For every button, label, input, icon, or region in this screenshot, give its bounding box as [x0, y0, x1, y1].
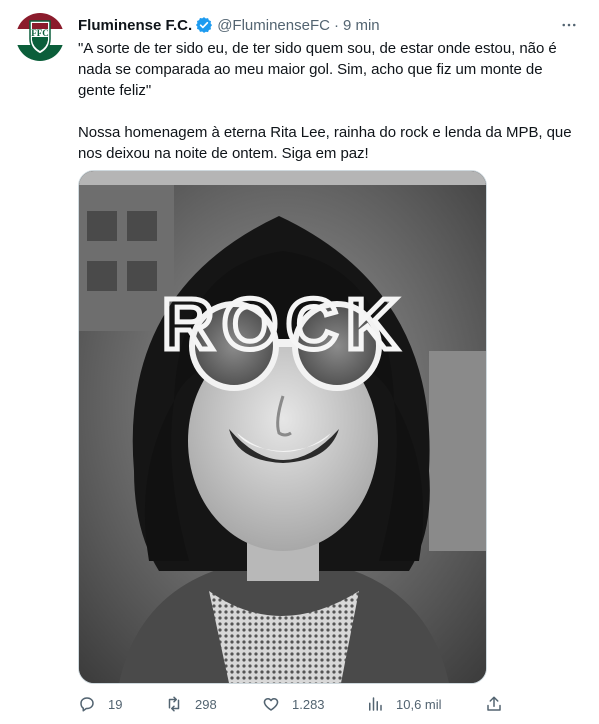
svg-text:FFC: FFC: [31, 28, 49, 38]
tweet-actions: 19 298 1.283 10,6 mil: [78, 692, 508, 716]
retweet-count: 298: [195, 696, 217, 712]
tweet-text: "A sorte de ter sido eu, de ter sido que…: [78, 40, 572, 162]
views-button[interactable]: 10,6 mil: [366, 692, 442, 716]
tweet-timestamp[interactable]: 9 min: [343, 17, 380, 34]
fluminense-crest-logo: FFC: [16, 13, 64, 61]
author-name[interactable]: Fluminense F.C.: [78, 17, 192, 34]
like-button[interactable]: 1.283: [262, 692, 325, 716]
reply-icon: [80, 697, 94, 712]
tweet[interactable]: FFC Fluminense F.C. @FluminenseFC · 9 mi…: [0, 0, 599, 724]
header-separator: ·: [333, 16, 339, 34]
share-button[interactable]: [485, 692, 503, 716]
more-horizontal-icon[interactable]: [557, 14, 581, 36]
views-bar-chart-icon: [369, 697, 382, 711]
views-count: 10,6 mil: [396, 696, 442, 712]
tweet-header: Fluminense F.C. @FluminenseFC · 9 min: [78, 14, 583, 36]
like-count: 1.283: [292, 696, 325, 712]
rita-lee-photo: ROCK: [79, 171, 486, 683]
rock-glasses-sign: ROCK: [162, 285, 406, 365]
reply-count: 19: [108, 696, 123, 712]
author-handle[interactable]: @FluminenseFC: [217, 17, 330, 34]
verified-badge-icon: [195, 16, 213, 34]
retweet-icon: [168, 696, 180, 712]
tweet-media-photo[interactable]: ROCK: [78, 170, 487, 684]
reply-button[interactable]: 19: [78, 692, 122, 716]
retweet-button[interactable]: 298: [165, 692, 217, 716]
avatar[interactable]: FFC: [16, 13, 64, 61]
share-icon: [487, 696, 501, 711]
heart-icon: [263, 698, 279, 711]
